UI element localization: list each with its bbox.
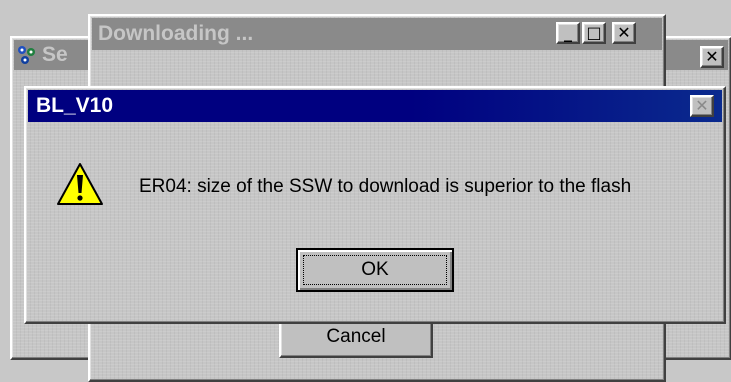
background-window-close-button[interactable]: ✕ bbox=[700, 46, 724, 68]
warning-icon bbox=[56, 162, 104, 206]
ok-button-focus-ring bbox=[303, 255, 447, 285]
maximize-icon: □ bbox=[586, 23, 602, 42]
error-message: ER04: size of the SSW to download is sup… bbox=[139, 176, 632, 197]
setup-app-icon bbox=[16, 44, 38, 66]
error-dialog: BL_V10 ✕ ER04: size of the SSW to downlo… bbox=[24, 86, 726, 324]
close-icon: ✕ bbox=[705, 47, 719, 66]
close-icon: ✕ bbox=[617, 23, 631, 42]
minimize-icon: _ bbox=[564, 23, 572, 42]
cancel-button-label: Cancel bbox=[326, 326, 386, 347]
download-close-button[interactable]: ✕ bbox=[612, 22, 636, 44]
download-minimize-button[interactable]: _ bbox=[556, 22, 580, 44]
download-window-title: Downloading ... bbox=[98, 22, 254, 45]
error-dialog-titlebar: BL_V10 bbox=[28, 90, 722, 122]
download-maximize-button[interactable]: □ bbox=[582, 22, 606, 44]
close-icon: ✕ bbox=[695, 96, 709, 115]
ok-button[interactable]: OK bbox=[296, 248, 454, 292]
error-dialog-title: BL_V10 bbox=[36, 94, 114, 117]
error-dialog-close-button[interactable]: ✕ bbox=[690, 95, 714, 117]
